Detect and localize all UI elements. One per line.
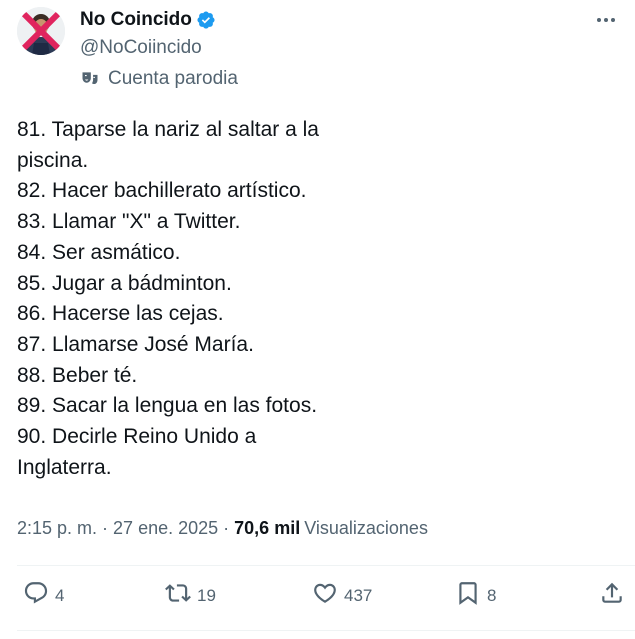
meta-separator: ·	[223, 518, 230, 538]
parody-mask-icon	[80, 69, 100, 89]
tweet-date[interactable]: 27 ene. 2025	[113, 518, 218, 539]
avatar-image	[17, 7, 65, 55]
tweet-line: piscina.	[17, 148, 89, 172]
tweet-meta: 2:15 p. m. · 27 ene. 2025 · 70,6 mil Vis…	[17, 518, 428, 539]
like-count: 437	[344, 585, 373, 605]
verified-badge-icon[interactable]	[196, 10, 216, 30]
tweet-text: 81. Taparse la nariz al saltar a la pisc…	[17, 115, 377, 483]
tweet-line: 89. Sacar la lengua en las fotos.	[17, 394, 318, 418]
bookmark-icon	[455, 580, 481, 611]
reply-button[interactable]: 4	[23, 580, 64, 611]
tweet-line: Inglaterra.	[17, 455, 112, 479]
tweet-line: 86. Hacerse las cejas.	[17, 302, 224, 326]
repost-icon	[165, 580, 191, 611]
tweet-line: 90. Decirle Reino Unido a	[17, 425, 257, 449]
name-row: No Coincido	[80, 9, 216, 31]
tweet: No Coincido @NoCoiincido Cuenta parodia …	[0, 0, 635, 639]
bookmark-count: 8	[487, 585, 497, 605]
avatar[interactable]	[17, 7, 65, 55]
handle[interactable]: @NoCoiincido	[80, 37, 202, 59]
meta-separator: ·	[102, 518, 109, 538]
parody-text: Cuenta parodia	[108, 68, 238, 89]
display-name[interactable]: No Coincido	[80, 9, 192, 31]
views-count[interactable]: 70,6 mil	[234, 518, 300, 539]
tweet-line: 85. Jugar a bádminton.	[17, 271, 232, 295]
share-icon	[599, 580, 625, 611]
divider	[17, 630, 635, 631]
tweet-line: 82. Hacer bachillerato artístico.	[17, 179, 307, 203]
repost-button[interactable]: 19	[165, 580, 216, 611]
more-icon[interactable]	[594, 8, 618, 32]
share-button[interactable]	[599, 580, 625, 611]
like-icon	[312, 580, 338, 611]
action-bar: 4 19 437 8	[0, 580, 635, 614]
tweet-time[interactable]: 2:15 p. m.	[17, 518, 97, 539]
tweet-line: 81. Taparse la nariz al saltar a la	[17, 118, 319, 141]
repost-count: 19	[197, 585, 216, 605]
tweet-line: 87. Llamarse José María.	[17, 332, 254, 356]
reply-icon	[23, 580, 49, 611]
tweet-line: 88. Beber té.	[17, 363, 138, 387]
tweet-line: 84. Ser asmático.	[17, 240, 181, 264]
like-button[interactable]: 437	[312, 580, 372, 611]
tweet-line: 83. Llamar "X" a Twitter.	[17, 210, 241, 234]
parody-label: Cuenta parodia	[80, 68, 238, 90]
bookmark-button[interactable]: 8	[455, 580, 496, 611]
divider	[17, 565, 635, 566]
reply-count: 4	[55, 585, 65, 605]
views-label: Visualizaciones	[304, 518, 428, 538]
